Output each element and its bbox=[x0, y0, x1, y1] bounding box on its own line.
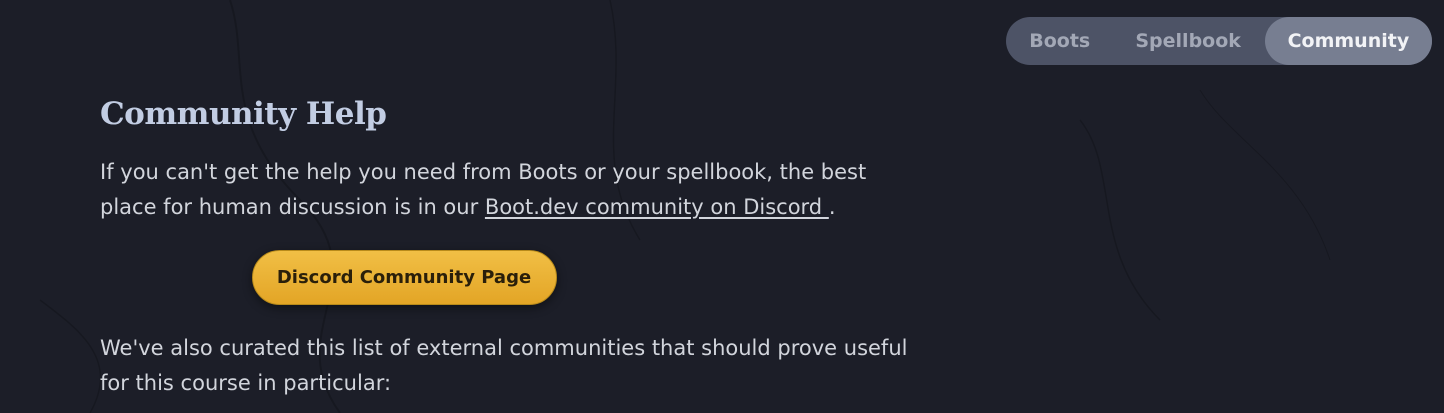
tab-spellbook[interactable]: Spellbook bbox=[1112, 17, 1265, 65]
tab-community[interactable]: Community bbox=[1264, 17, 1433, 65]
main-content: Community Help If you can't get the help… bbox=[100, 93, 920, 401]
curated-communities-paragraph: We've also curated this list of external… bbox=[100, 336, 908, 395]
tab-boots[interactable]: Boots bbox=[1006, 17, 1112, 65]
discord-community-link[interactable]: Boot.dev community on Discord bbox=[485, 195, 829, 219]
page-title: Community Help bbox=[100, 96, 387, 132]
intro-paragraph: If you can't get the help you need from … bbox=[100, 155, 920, 225]
discord-community-page-button[interactable]: Discord Community Page bbox=[251, 250, 557, 305]
tab-bar: Boots Spellbook Community bbox=[1006, 17, 1433, 65]
intro-period: . bbox=[828, 195, 836, 219]
cta-wrapper: Discord Community Page bbox=[100, 250, 920, 305]
